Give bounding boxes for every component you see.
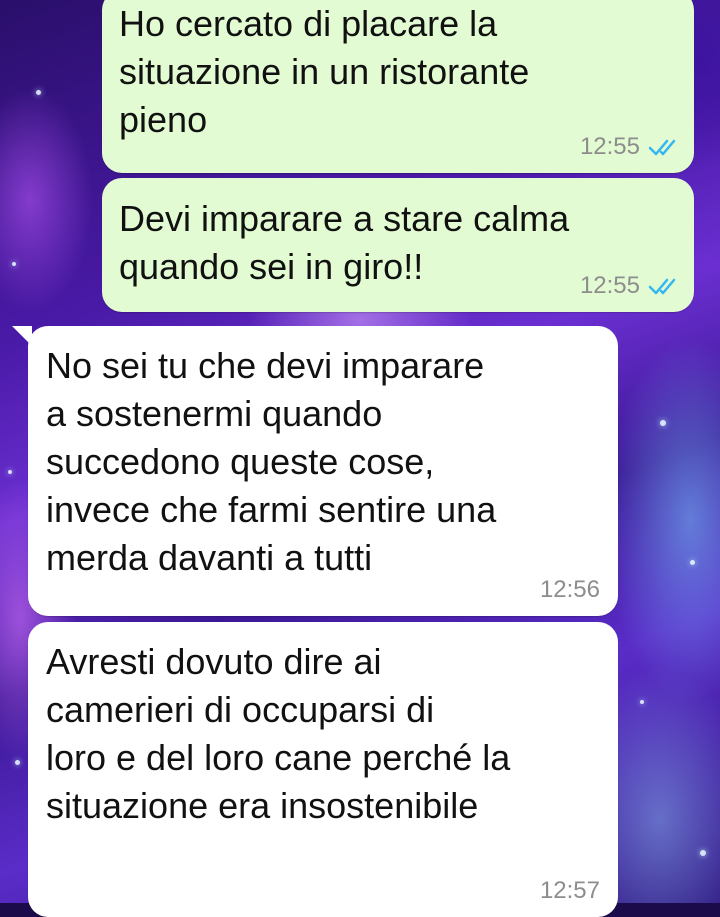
message-meta: 12:57 — [540, 877, 600, 905]
message-text: No sei tu che devi imparare a sostenermi… — [46, 345, 497, 578]
message-text: Devi imparare a stare calma quando sei i… — [119, 198, 570, 287]
message-bubble-incoming[interactable]: No sei tu che devi imparare a sostenermi… — [28, 326, 618, 616]
message-text: Ho cercato di placare la situazione in u… — [119, 3, 530, 140]
message-time: 12:55 — [579, 272, 640, 299]
chat-thread[interactable]: Ho cercato di placare la situazione in u… — [0, 0, 720, 917]
message-time: 12:56 — [539, 576, 600, 603]
message-time: 12:57 — [539, 877, 600, 904]
message-meta: 12:56 — [540, 576, 600, 604]
message-bubble-outgoing[interactable]: Ho cercato di placare la situazione in u… — [102, 0, 694, 173]
message-meta: 12:55 — [580, 272, 680, 300]
message-text: Avresti dovuto dire ai camerieri di occu… — [46, 641, 511, 826]
message-time: 12:55 — [579, 133, 640, 160]
message-meta: 12:55 — [580, 133, 680, 161]
message-bubble-outgoing[interactable]: Devi imparare a stare calma quando sei i… — [102, 178, 694, 312]
message-bubble-incoming[interactable]: Avresti dovuto dire ai camerieri di occu… — [28, 622, 618, 917]
double-check-read-icon — [648, 139, 676, 156]
double-check-read-icon — [648, 278, 676, 295]
